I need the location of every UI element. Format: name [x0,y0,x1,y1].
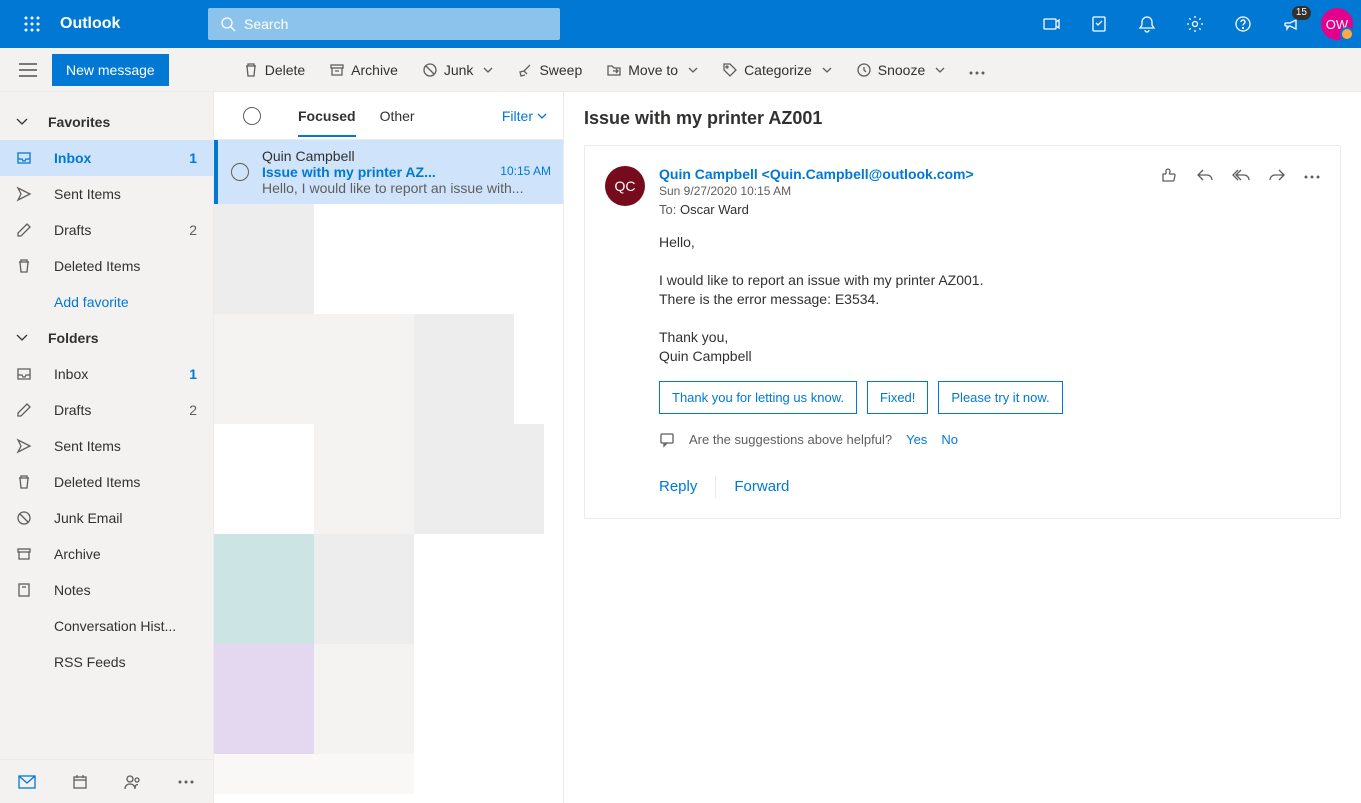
drafts-icon [16,402,32,418]
message-time: 10:15 AM [500,164,551,180]
inbox-icon [16,150,32,166]
message-subject: Issue with my printer AZ... [262,164,436,180]
folder-notes[interactable]: Notes [0,572,213,608]
message-checkbox[interactable] [231,163,249,181]
chevron-down-icon [688,67,698,73]
chevron-down-icon [822,67,832,73]
tasks-icon[interactable] [1075,0,1123,48]
sender-avatar: QC [605,166,645,206]
folders-section[interactable]: Folders [0,320,213,356]
chevron-down-icon [16,118,28,126]
message-preview: Hello, I would like to report an issue w… [262,180,551,196]
forward-link[interactable]: Forward [734,478,789,495]
command-toolbar: New message Delete Archive Junk Sweep Mo… [0,48,1361,92]
move-to-button[interactable]: Move to [596,48,708,92]
archive-button[interactable]: Archive [319,48,408,92]
notification-badge: 15 [1292,6,1311,20]
message-list: Focused Other Filter Quin Campbell Issue… [214,92,564,803]
suggested-reply-3[interactable]: Please try it now. [938,381,1062,414]
account-avatar[interactable]: OW [1321,8,1353,40]
notifications-icon[interactable] [1123,0,1171,48]
more-actions-button[interactable] [959,62,995,78]
email-to: Oscar Ward [680,202,749,217]
message-list-placeholder [214,204,563,803]
favorites-section[interactable]: Favorites [0,104,213,140]
folder-drafts[interactable]: Drafts2 [0,392,213,428]
feedback-question: Are the suggestions above helpful? [689,432,892,447]
junk-button[interactable]: Junk [412,48,504,92]
trash-icon [16,474,32,490]
folder-sidebar: Favorites Inbox1 Sent Items Drafts2 Dele… [0,92,214,803]
more-icon[interactable] [1304,166,1320,217]
new-message-button[interactable]: New message [52,54,169,86]
sweep-button[interactable]: Sweep [507,48,592,92]
sent-icon [16,186,32,202]
folder-conversation-history[interactable]: Conversation Hist... [0,608,213,644]
snooze-button[interactable]: Snooze [846,48,955,92]
folder-sent[interactable]: Sent Items [0,428,213,464]
email-card: QC Quin Campbell <Quin.Campbell@outlook.… [584,145,1341,519]
inbox-icon [16,366,32,382]
suggested-reply-2[interactable]: Fixed! [867,381,928,414]
forward-icon[interactable] [1268,166,1286,217]
categorize-button[interactable]: Categorize [712,48,842,92]
help-icon[interactable] [1219,0,1267,48]
junk-icon [16,510,32,526]
app-launcher-icon[interactable] [8,0,56,48]
message-sender: Quin Campbell [262,148,551,164]
sidebar-item-sent[interactable]: Sent Items [0,176,213,212]
folder-junk[interactable]: Junk Email [0,500,213,536]
filter-button[interactable]: Filter [502,108,547,124]
tab-focused[interactable]: Focused [298,95,356,137]
add-favorite-link[interactable]: Add favorite [0,284,213,320]
drafts-icon [16,222,32,238]
email-date: Sun 9/27/2020 10:15 AM [659,184,1160,198]
like-icon[interactable] [1160,166,1178,217]
module-switcher [0,759,213,803]
sidebar-item-deleted[interactable]: Deleted Items [0,248,213,284]
feedback-no[interactable]: No [941,432,958,447]
whats-new-icon[interactable]: 15 [1267,0,1315,48]
reading-pane: Issue with my printer AZ001 QC Quin Camp… [564,92,1361,803]
chevron-down-icon [16,334,28,342]
people-module-icon[interactable] [107,760,160,803]
suggested-reply-1[interactable]: Thank you for letting us know. [659,381,857,414]
feedback-yes[interactable]: Yes [906,432,927,447]
folder-rss[interactable]: RSS Feeds [0,644,213,680]
reply-all-icon[interactable] [1232,166,1250,217]
email-from: Quin Campbell <Quin.Campbell@outlook.com… [659,166,1160,182]
brand-name: Outlook [56,15,208,33]
tab-other[interactable]: Other [380,95,415,137]
email-subject: Issue with my printer AZ001 [584,108,1341,129]
search-input[interactable] [244,16,548,32]
sidebar-item-inbox[interactable]: Inbox1 [0,140,213,176]
search-icon [220,16,236,32]
delete-button[interactable]: Delete [233,48,315,92]
reply-icon[interactable] [1196,166,1214,217]
chevron-down-icon [483,67,493,73]
email-body: Hello, I would like to report an issue w… [659,233,1320,367]
folder-inbox[interactable]: Inbox1 [0,356,213,392]
sent-icon [16,438,32,454]
trash-icon [16,258,32,274]
chevron-down-icon [935,67,945,73]
settings-icon[interactable] [1171,0,1219,48]
more-modules-icon[interactable] [160,760,213,803]
select-all-checkbox[interactable] [243,107,261,125]
hamburger-icon[interactable] [8,63,48,77]
notes-icon [16,582,32,598]
search-box[interactable] [208,8,560,40]
feedback-icon [659,432,675,448]
folder-deleted[interactable]: Deleted Items [0,464,213,500]
archive-icon [16,546,32,562]
mail-module-icon[interactable] [0,760,53,803]
reply-link[interactable]: Reply [659,478,697,495]
sidebar-item-drafts[interactable]: Drafts2 [0,212,213,248]
teams-icon[interactable] [1027,0,1075,48]
message-item[interactable]: Quin Campbell Issue with my printer AZ..… [214,140,563,204]
app-header: Outlook 15 OW [0,0,1361,48]
folder-archive[interactable]: Archive [0,536,213,572]
chevron-down-icon [537,113,547,119]
calendar-module-icon[interactable] [53,760,106,803]
